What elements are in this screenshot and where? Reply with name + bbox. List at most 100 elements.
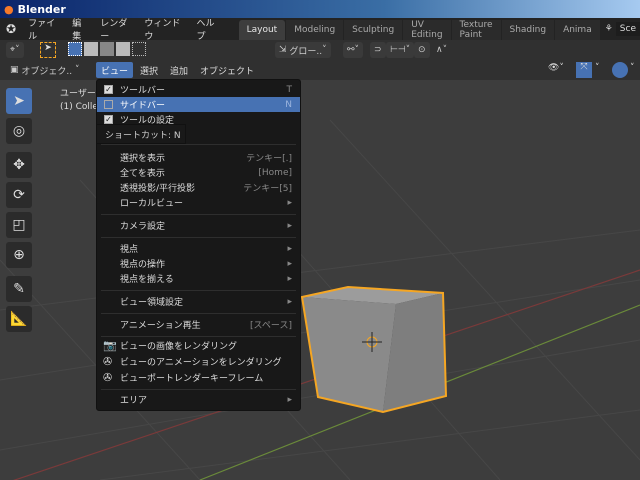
separator xyxy=(101,313,296,314)
menu-select[interactable]: 選択 xyxy=(135,62,163,78)
separator xyxy=(101,290,296,291)
transform-tool-icon[interactable]: ⊕ xyxy=(6,242,32,268)
tab-modeling[interactable]: Modeling xyxy=(286,20,344,40)
menu-window[interactable]: ウィンドウ xyxy=(138,16,190,42)
window-title: Blender xyxy=(17,2,66,16)
menu-item-toolbar[interactable]: ✓ ツールバー T xyxy=(97,82,300,97)
annotate-tool-icon[interactable]: ✎ xyxy=(6,276,32,302)
item-label: ビューのアニメーションをレンダリング xyxy=(120,358,282,368)
menu-item-render-animation[interactable]: ✇ ビューのアニメーションをレンダリング xyxy=(97,354,300,369)
view-label: ユーザー xyxy=(60,89,96,99)
scene-selector[interactable]: Sce xyxy=(615,22,640,36)
cursor-tool-icon[interactable]: ◎ xyxy=(6,118,32,144)
submenu-arrow-icon: ▸ xyxy=(287,220,292,231)
menu-item-cameras[interactable]: カメラ設定 ▸ xyxy=(97,218,300,233)
gizmo-dropdown[interactable]: ˅ xyxy=(595,63,600,73)
blender-menu-icon[interactable]: ✪ xyxy=(0,22,22,36)
item-shortcut: テンキー[5] xyxy=(243,184,292,194)
item-label: ビュー領域設定 xyxy=(120,298,184,308)
mode-dropdown[interactable]: ▣ オブジェク.. ˅ xyxy=(6,62,83,78)
mode-value: オブジェク.. xyxy=(21,66,73,77)
select-box-tool-icon[interactable]: ➤ xyxy=(6,88,32,114)
tab-animation[interactable]: Anima xyxy=(555,20,600,40)
checkbox-checked-icon[interactable]: ✓ xyxy=(104,85,113,94)
orientation-value: グロー.. xyxy=(289,46,323,57)
checkbox-checked-icon[interactable]: ✓ xyxy=(104,115,113,124)
orientation-icon: ⇲ xyxy=(279,45,290,55)
item-label: 視点を揃える xyxy=(120,275,174,285)
menu-item-play-animation[interactable]: アニメーション再生 [スペース] xyxy=(97,317,300,332)
snap-dropdown[interactable]: ⊢⊣˅ xyxy=(386,42,415,58)
tab-shading[interactable]: Shading xyxy=(501,20,555,40)
overlay-toggle-icon[interactable] xyxy=(612,62,628,78)
menu-render[interactable]: レンダー xyxy=(94,16,138,42)
menu-item-align-view[interactable]: 視点を揃える ▸ xyxy=(97,271,300,286)
snap-toggle[interactable]: ⊃ xyxy=(370,42,386,58)
cube[interactable] xyxy=(300,285,448,414)
overlay-dropdown[interactable]: ˅ xyxy=(630,63,635,73)
blender-logo-icon: ● xyxy=(4,2,14,16)
item-label: カメラ設定 xyxy=(120,222,166,232)
gizmo-toggle-icon[interactable]: ⤧ xyxy=(576,62,592,78)
mode-extend-icon[interactable] xyxy=(84,42,98,56)
rotate-tool-icon[interactable]: ⟳ xyxy=(6,182,32,208)
menu-item-area[interactable]: エリア ▸ xyxy=(97,392,300,407)
pivot-dropdown[interactable]: ⚯˅ xyxy=(343,42,364,58)
tool-header: ⌖˅ ➤ ⇲ グロー.. ˅ ⚯˅ ⊃ ⊢⊣˅ ⊙ ∧˅ xyxy=(0,40,640,60)
tooltip-text: ショートカット: N xyxy=(105,130,181,141)
menu-item-navigation[interactable]: 視点の操作 ▸ xyxy=(97,256,300,271)
measure-tool-icon[interactable]: 📐 xyxy=(6,306,32,332)
menu-item-perspective-ortho[interactable]: 透視投影/平行投影 テンキー[5] xyxy=(97,180,300,195)
mode-invert-icon[interactable] xyxy=(116,42,130,56)
menu-edit[interactable]: 編集 xyxy=(66,16,94,42)
object-mode-icon: ▣ xyxy=(10,65,22,75)
item-shortcut: [Home] xyxy=(258,167,292,178)
checkbox-unchecked-icon[interactable] xyxy=(104,100,113,109)
menu-item-sidebar[interactable]: サイドバー N xyxy=(97,97,300,112)
render-animation-icon: ✇ xyxy=(103,355,113,368)
render-keyframes-icon: ✇ xyxy=(103,371,113,384)
move-tool-icon[interactable]: ✥ xyxy=(6,152,32,178)
shortcut-tooltip: ショートカット: N xyxy=(96,124,186,144)
select-tool-icon[interactable]: ➤ xyxy=(40,42,56,58)
submenu-arrow-icon: ▸ xyxy=(287,296,292,307)
menu-help[interactable]: ヘルプ xyxy=(191,16,227,42)
item-label: ローカルビュー xyxy=(120,199,184,209)
transform-orientation-dropdown[interactable]: ⇲ グロー.. ˅ xyxy=(275,42,331,58)
render-still-icon: 📷 xyxy=(103,339,117,352)
tab-uv-editing[interactable]: UV Editing xyxy=(403,20,451,40)
item-label: ツールバー xyxy=(120,86,166,96)
item-label: 全てを表示 xyxy=(120,169,165,179)
proportional-edit-toggle[interactable]: ⊙ xyxy=(414,42,430,58)
mode-intersect-icon[interactable] xyxy=(132,42,146,56)
tab-layout[interactable]: Layout xyxy=(238,20,286,40)
menu-item-render-keyframes[interactable]: ✇ ビューポートレンダーキーフレーム xyxy=(97,370,300,385)
menu-item-local-view[interactable]: ローカルビュー ▸ xyxy=(97,195,300,210)
menu-add[interactable]: 追加 xyxy=(165,62,193,78)
top-bar: ✪ ファイル 編集 レンダー ウィンドウ ヘルプ Layout Modeling… xyxy=(0,16,640,42)
menu-item-view-regions[interactable]: ビュー領域設定 ▸ xyxy=(97,294,300,309)
menu-view[interactable]: ビュー xyxy=(96,62,134,78)
scene-icon[interactable]: ⚘ xyxy=(605,24,613,34)
item-label: 透視投影/平行投影 xyxy=(120,184,196,194)
separator xyxy=(101,214,296,215)
falloff-dropdown[interactable]: ∧˅ xyxy=(432,42,451,58)
menu-item-render-image[interactable]: 📷 ビューの画像をレンダリング xyxy=(97,338,300,353)
menu-item-viewpoint[interactable]: 視点 ▸ xyxy=(97,241,300,256)
menu-file[interactable]: ファイル xyxy=(22,16,66,42)
mode-subtract-icon[interactable] xyxy=(100,42,114,56)
separator xyxy=(101,237,296,238)
mode-set-icon[interactable] xyxy=(68,42,82,56)
menu-object[interactable]: オブジェクト xyxy=(195,62,259,78)
menu-item-frame-selected[interactable]: 選択を表示 テンキー[.] xyxy=(97,150,300,165)
submenu-arrow-icon: ▸ xyxy=(287,273,292,284)
tab-sculpting[interactable]: Sculpting xyxy=(344,20,403,40)
item-label: 視点 xyxy=(120,245,139,255)
submenu-arrow-icon: ▸ xyxy=(287,243,292,254)
object-mode-tools-icon[interactable]: ⌖˅ xyxy=(6,42,24,58)
submenu-arrow-icon: ▸ xyxy=(287,394,292,405)
menu-item-frame-all[interactable]: 全てを表示 [Home] xyxy=(97,165,300,180)
tab-texture-paint[interactable]: Texture Paint xyxy=(451,20,501,40)
scale-tool-icon[interactable]: ◰ xyxy=(6,212,32,238)
visibility-dropdown[interactable]: 👁˅ xyxy=(548,63,564,73)
